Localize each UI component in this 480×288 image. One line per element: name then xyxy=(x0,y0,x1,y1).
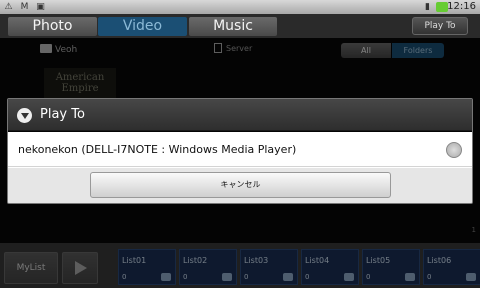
play-to-button[interactable]: Play To xyxy=(412,17,468,35)
usb-icon: ⚠ xyxy=(4,2,13,12)
dropdown-icon xyxy=(17,108,32,123)
tab-music[interactable]: Music xyxy=(189,17,277,36)
cancel-button[interactable]: キャンセル xyxy=(90,172,391,198)
dialog-body: nekonekon (DELL-I7NOTE : Windows Media P… xyxy=(8,132,472,203)
status-time: 12:16 xyxy=(447,1,476,12)
renderer-option-label: nekonekon (DELL-I7NOTE : Windows Media P… xyxy=(18,143,297,156)
tab-photo[interactable]: Photo xyxy=(8,17,97,36)
tab-video[interactable]: Video xyxy=(98,17,187,36)
gmail-icon: M xyxy=(20,2,29,12)
status-bar: ⚠ M ▣ ▮ 12:16 xyxy=(0,0,480,14)
radio-button[interactable] xyxy=(446,142,462,158)
signal-icon: ▮ xyxy=(425,2,430,12)
renderer-option[interactable]: nekonekon (DELL-I7NOTE : Windows Media P… xyxy=(8,132,472,167)
tab-bar: Photo Video Music Play To xyxy=(0,14,480,38)
dialog-button-area: キャンセル xyxy=(8,168,472,203)
dialog-header: Play To xyxy=(8,99,472,131)
android-icon: ▣ xyxy=(36,2,45,12)
play-to-dialog: Play To nekonekon (DELL-I7NOTE : Windows… xyxy=(7,98,473,204)
dialog-title: Play To xyxy=(40,107,85,122)
